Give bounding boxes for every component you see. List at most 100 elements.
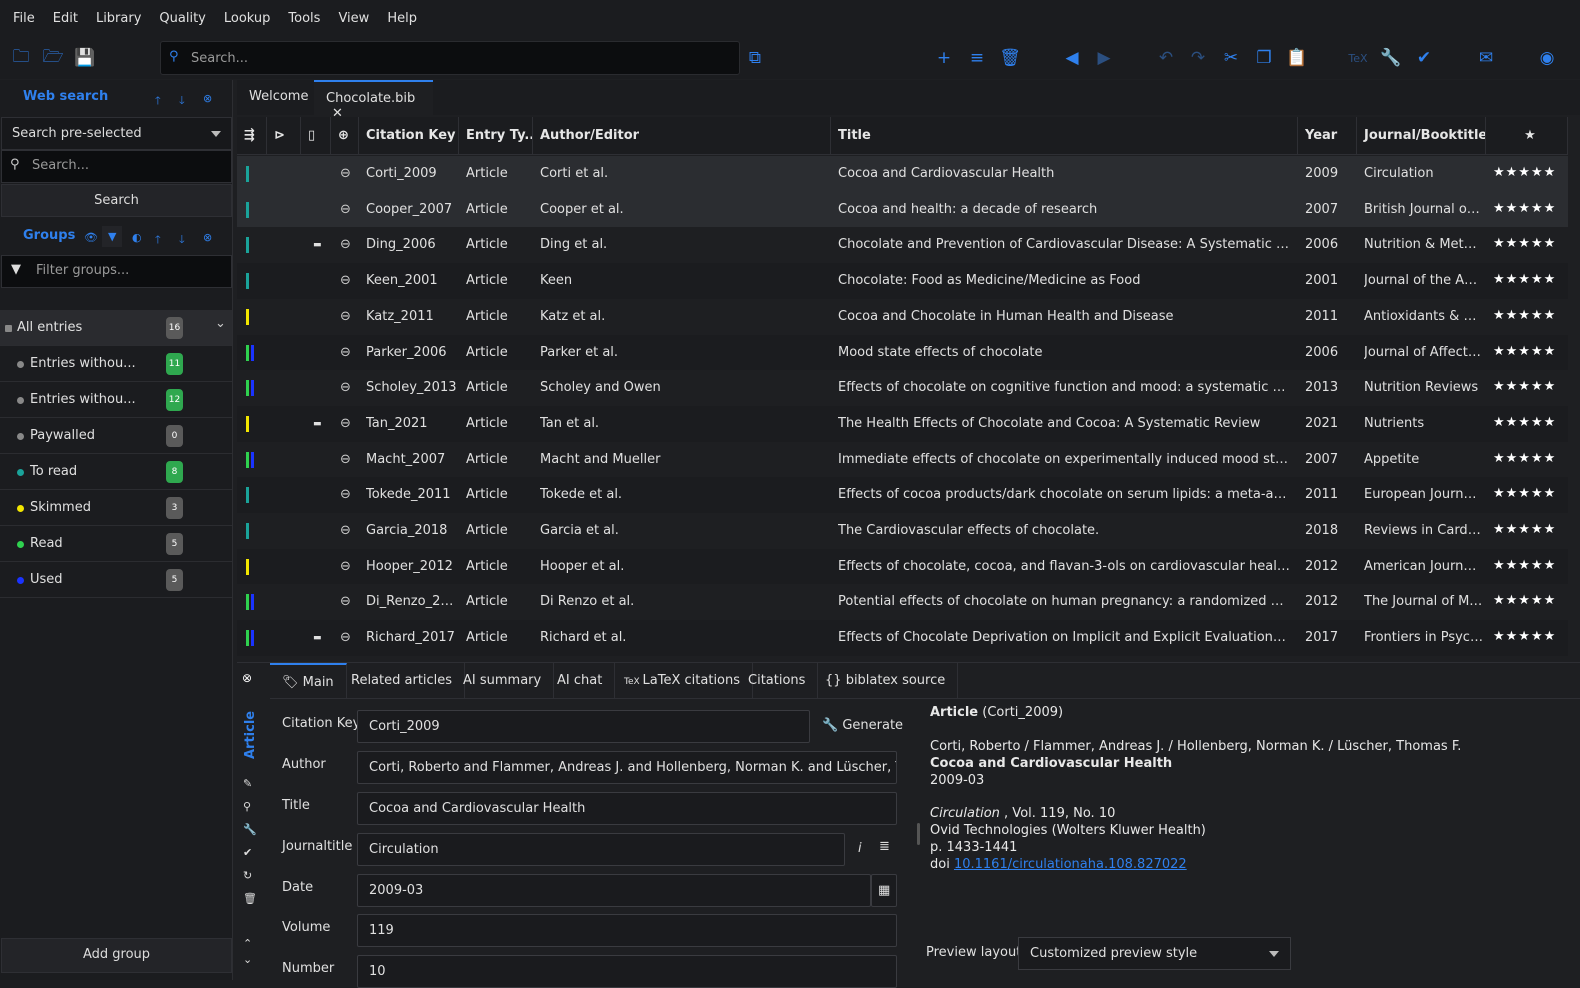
eye-icon[interactable]: 👁: [84, 231, 98, 244]
table-row[interactable]: ⊖ Tokede_2011 Article Tokede et al. Effects …: [237, 477, 1568, 514]
menu-lookup[interactable]: Lookup: [215, 11, 280, 26]
close-icon[interactable]: ⊗: [203, 92, 212, 105]
group-item[interactable]: Read 5: [0, 526, 232, 562]
rating-stars[interactable]: ★★★★★: [1493, 192, 1556, 226]
forward-icon[interactable]: ▶: [1093, 47, 1115, 69]
group-item[interactable]: To read 8: [0, 454, 232, 490]
tab-chocolate-bib[interactable]: Chocolate.bib ✕: [314, 80, 433, 121]
column-citation-key[interactable]: Citation Key: [359, 117, 459, 155]
link-icon[interactable]: ⊖: [340, 227, 351, 263]
refresh-icon[interactable]: ↻: [243, 869, 252, 882]
editor-tab-related[interactable]: Related articles: [339, 663, 466, 699]
align-icon[interactable]: ≣: [879, 839, 890, 854]
copy-icon[interactable]: ❐: [1253, 47, 1275, 69]
new-library-icon[interactable]: 🗀: [10, 47, 32, 69]
rating-stars[interactable]: ★★★★★: [1493, 442, 1556, 476]
rating-stars[interactable]: ★★★★★: [1493, 513, 1556, 547]
link-icon[interactable]: ⊖: [340, 584, 351, 620]
tree-column-icon[interactable]: ⇶: [237, 117, 267, 155]
rating-stars[interactable]: ★★★★★: [1493, 584, 1556, 618]
rating-stars[interactable]: ★★★★★: [1493, 549, 1556, 583]
editor-tab-ai-summary[interactable]: AI summary: [451, 663, 555, 699]
column-title[interactable]: Title: [831, 117, 1298, 155]
menu-library[interactable]: Library: [87, 11, 150, 26]
field-journaltitle[interactable]: Circulation: [357, 833, 845, 866]
group-item[interactable]: Skimmed 3: [0, 490, 232, 526]
group-item[interactable]: Used 5: [0, 562, 232, 598]
field-volume[interactable]: 119: [357, 914, 897, 947]
rating-stars[interactable]: ★★★★★: [1493, 477, 1556, 511]
rating-stars[interactable]: ★★★★★: [1493, 299, 1556, 333]
table-row[interactable]: ⊖ Scholey_2013 Article Scholey and Owen Effe…: [237, 370, 1568, 407]
link-icon[interactable]: ⊖: [340, 299, 351, 335]
calendar-icon[interactable]: ▦: [871, 874, 897, 907]
rating-stars[interactable]: ★★★★★: [1493, 156, 1556, 190]
field-date[interactable]: 2009-03: [357, 874, 871, 907]
cleanup-icon[interactable]: ✔: [243, 846, 252, 859]
email-icon[interactable]: ✉: [1475, 47, 1497, 69]
splitter-handle[interactable]: [917, 823, 920, 845]
doi-link[interactable]: 10.1161/circulationaha.108.827022: [954, 857, 1187, 872]
search-icon[interactable]: ⚲: [243, 800, 251, 813]
table-row[interactable]: ⊖ Parker_2006 Article Parker et al. Mood sta…: [237, 334, 1568, 371]
add-group-button[interactable]: Add group: [1, 938, 232, 973]
table-row[interactable]: ▬ ⊖ Ding_2006 Article Ding et al. Chocolate a…: [237, 227, 1568, 264]
menu-quality[interactable]: Quality: [150, 11, 214, 26]
link-icon[interactable]: ⊖: [340, 370, 351, 406]
pencil-icon[interactable]: ✎: [243, 777, 252, 790]
field-number[interactable]: 10: [357, 955, 897, 988]
group-item[interactable]: Entries withou... 11: [0, 346, 232, 382]
rating-stars[interactable]: ★★★★★: [1493, 335, 1556, 369]
add-from-id-icon[interactable]: ≡: [966, 47, 988, 69]
link-icon[interactable]: ⊖: [340, 335, 351, 371]
filter-groups-field[interactable]: ▼: [1, 255, 232, 288]
field-citation-key[interactable]: Corti_2009: [357, 710, 810, 743]
column-year[interactable]: Year: [1298, 117, 1357, 155]
menu-edit[interactable]: Edit: [44, 11, 87, 26]
link-icon[interactable]: ⊖: [340, 477, 351, 513]
tag-column-icon[interactable]: ⊳: [267, 117, 301, 155]
table-row[interactable]: ⊖ Cooper_2007 Article Cooper et al. Cocoa an…: [237, 191, 1568, 228]
rating-stars[interactable]: ★★★★★: [1493, 406, 1556, 440]
column-rating[interactable]: ★: [1486, 117, 1568, 155]
move-up-icon[interactable]: 🡑: [155, 231, 161, 250]
web-search-input[interactable]: [32, 158, 222, 173]
link-icon[interactable]: ⊖: [340, 620, 351, 656]
open-library-icon[interactable]: 🗁: [42, 47, 64, 69]
table-row[interactable]: ⊖ Garcia_2018 Article Garcia et al. The Card…: [237, 513, 1568, 549]
global-search-input[interactable]: [191, 48, 731, 68]
info-icon[interactable]: i: [858, 841, 862, 856]
link-icon[interactable]: ⊖: [340, 263, 351, 299]
preview-layout-select[interactable]: Customized preview style: [1018, 937, 1291, 970]
editor-tab-main[interactable]: 🏷 Main: [270, 663, 347, 699]
column-author[interactable]: Author/Editor: [533, 117, 831, 155]
table-row[interactable]: ⊖ Katz_2011 Article Katz et al. Cocoa and Ch…: [237, 298, 1568, 335]
web-column-icon[interactable]: ⊕: [331, 117, 359, 155]
search-button[interactable]: Search: [1, 184, 232, 217]
column-journal[interactable]: Journal/Booktitle: [1357, 117, 1486, 155]
move-up-icon[interactable]: 🡑: [155, 92, 161, 111]
trash-icon[interactable]: 🗑: [243, 892, 257, 905]
table-row[interactable]: ▬ ⊖ Tan_2021 Article Tan et al. The Health Ef…: [237, 405, 1568, 442]
editor-tab-ai-chat[interactable]: AI chat: [545, 663, 616, 699]
global-search[interactable]: ⚲: [160, 41, 740, 75]
link-icon[interactable]: ⊖: [340, 549, 351, 585]
chevron-up-icon[interactable]: ⌃: [243, 937, 252, 950]
table-row[interactable]: ⊖ Hooper_2012 Article Hooper et al. Effects …: [237, 548, 1568, 585]
rating-stars[interactable]: ★★★★★: [1493, 263, 1556, 297]
save-icon[interactable]: 💾: [74, 47, 96, 69]
chevron-down-icon[interactable]: ⌄: [243, 953, 252, 966]
table-row[interactable]: ▬ ⊖ Richard_2017 Article Richard et al. Effec…: [237, 620, 1568, 657]
move-down-icon[interactable]: 🡓: [179, 92, 185, 111]
field-author[interactable]: Corti, Roberto and Flammer, Andreas J. a…: [357, 751, 897, 784]
tex-icon[interactable]: TeX: [1347, 47, 1369, 69]
group-item[interactable]: Entries withou... 12: [0, 382, 232, 418]
chevron-down-icon[interactable]: ⌄: [215, 316, 226, 331]
table-row[interactable]: ⊖ Di_Renzo_2012 Article Di Renzo et al. Pote…: [237, 584, 1568, 621]
comment-icon[interactable]: ▬: [313, 227, 322, 263]
back-icon[interactable]: ◀: [1061, 47, 1083, 69]
filter-icon[interactable]: ▼: [102, 226, 123, 247]
undo-icon[interactable]: ↶: [1155, 47, 1177, 69]
contrast-icon[interactable]: ◐: [132, 231, 142, 244]
link-icon[interactable]: ⊖: [340, 513, 351, 549]
